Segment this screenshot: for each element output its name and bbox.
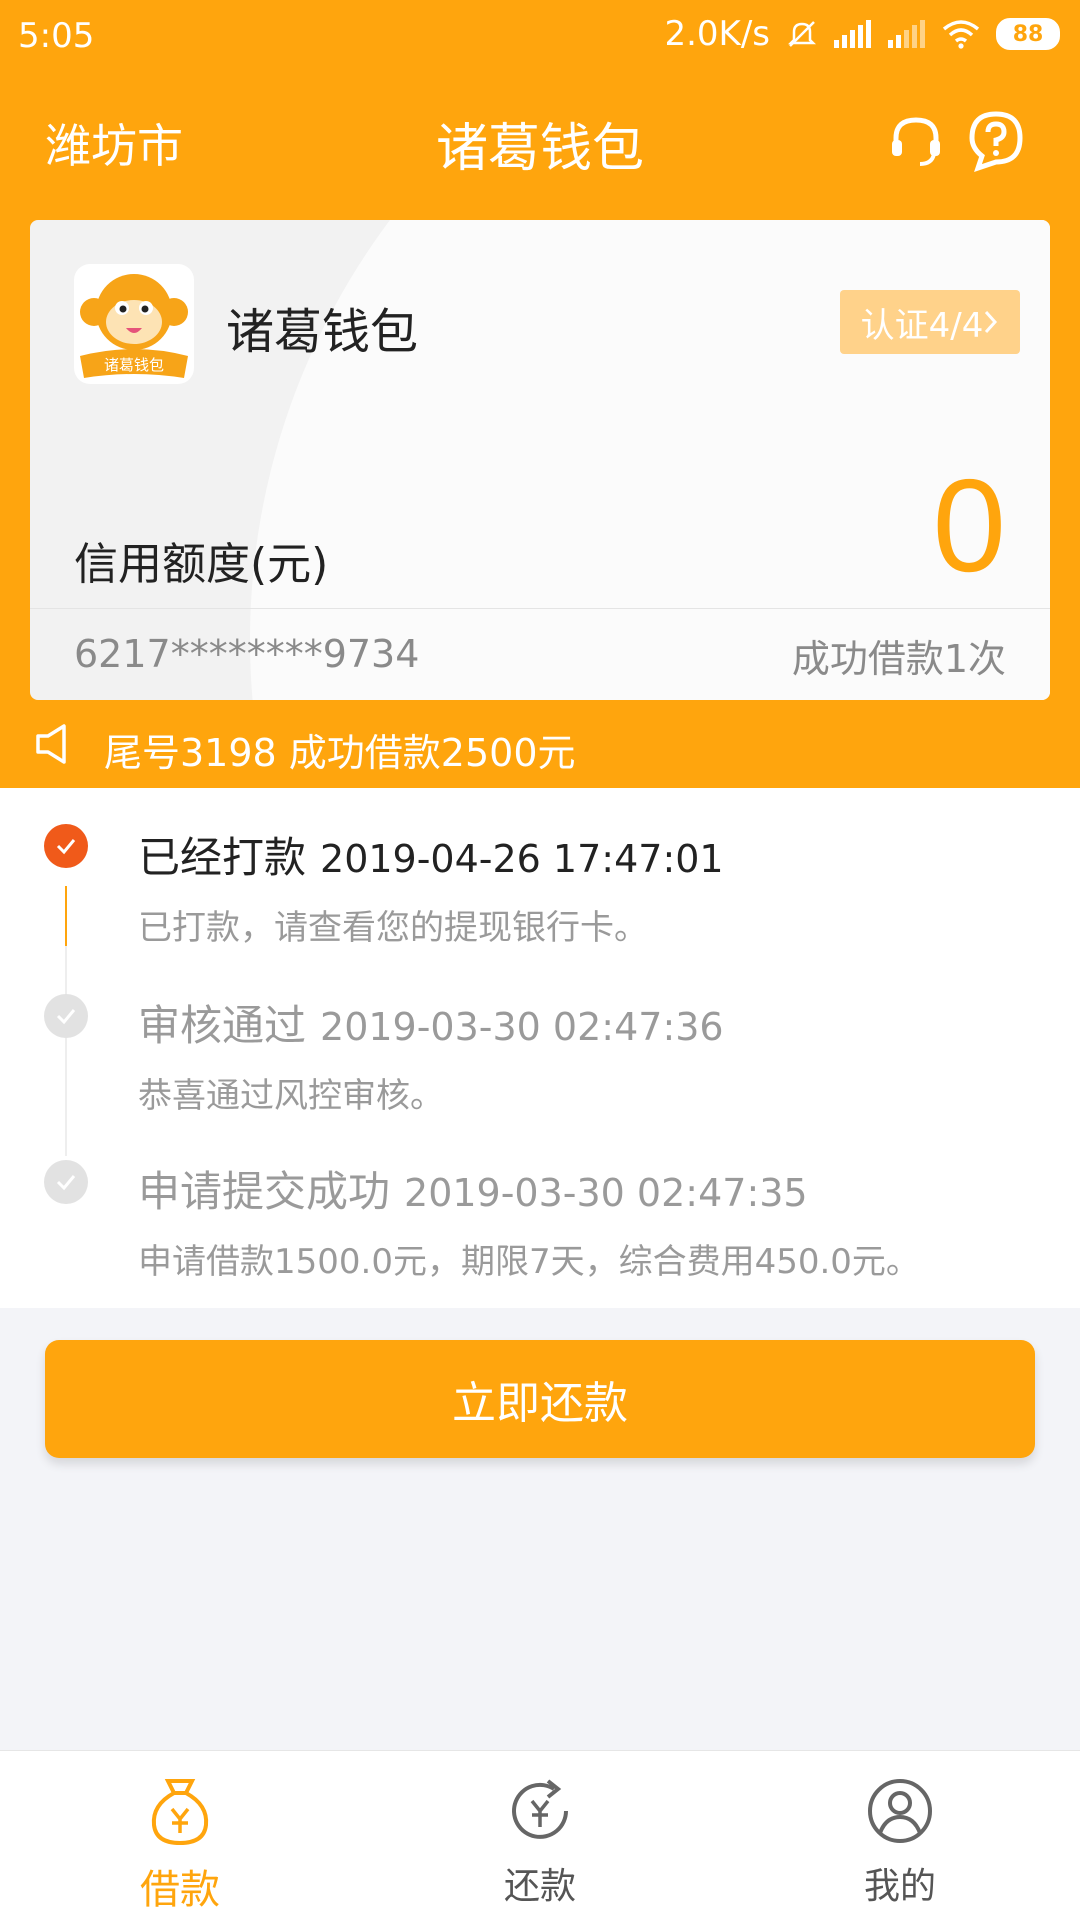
card-divider bbox=[30, 608, 1050, 609]
nav-item-repay[interactable]: 还款 bbox=[360, 1751, 720, 1921]
nav-item-profile[interactable]: 我的 bbox=[720, 1751, 1080, 1921]
timeline-title: 审核通过 2019-03-30 02:47:36 bbox=[138, 992, 724, 1053]
cert-badge-label: 认证4/4 bbox=[860, 305, 984, 346]
help-icon[interactable] bbox=[964, 108, 1028, 172]
net-speed: 2.0K/s bbox=[664, 14, 770, 54]
loan-timeline: 已经打款 2019-04-26 17:47:01 已打款，请查看您的提现银行卡。 … bbox=[0, 788, 1080, 1308]
credit-limit-label: 信用额度(元) bbox=[74, 539, 329, 590]
repay-now-button[interactable]: 立即还款 bbox=[45, 1340, 1035, 1458]
loan-bag-icon bbox=[151, 1779, 209, 1846]
nav-label: 借款 bbox=[140, 1867, 220, 1913]
timeline-title: 已经打款 2019-04-26 17:47:01 bbox=[138, 824, 724, 885]
certification-badge[interactable]: 认证4/4 bbox=[840, 290, 1020, 354]
bottom-nav: 借款 还款 我的 bbox=[0, 1750, 1080, 1921]
app-logo: 诸葛钱包 bbox=[74, 264, 194, 384]
timeline-status: 已经打款 bbox=[138, 833, 307, 882]
credit-limit-value: 0 bbox=[932, 452, 1006, 599]
timeline-dot bbox=[44, 1160, 88, 1204]
timeline-line-active bbox=[65, 886, 67, 946]
battery-icon: 88 bbox=[996, 18, 1060, 50]
timeline-time: 2019-03-30 02:47:35 bbox=[404, 1171, 808, 1215]
wifi-icon bbox=[942, 20, 980, 49]
monkey-logo-icon: 诸葛钱包 bbox=[80, 274, 188, 378]
profile-icon bbox=[868, 1779, 932, 1843]
timeline-dot-active bbox=[44, 824, 88, 868]
timeline-time: 2019-04-26 17:47:01 bbox=[320, 837, 724, 881]
nav-label: 还款 bbox=[503, 1866, 576, 1907]
speaker-icon bbox=[36, 724, 66, 764]
timeline-desc: 恭喜通过风控审核。 bbox=[138, 1076, 444, 1116]
repay-icon bbox=[512, 1779, 568, 1839]
check-icon bbox=[56, 1009, 76, 1025]
notice-text: 尾号3198 成功借款2500元 bbox=[104, 731, 576, 775]
top-bar: 潍坊市 诸葛钱包 bbox=[0, 76, 1080, 206]
loan-success-count: 成功借款1次 bbox=[791, 637, 1006, 681]
nav-label: 我的 bbox=[863, 1866, 936, 1907]
check-icon bbox=[56, 1175, 76, 1191]
logo-text: 诸葛钱包 bbox=[104, 356, 164, 374]
signal-icon bbox=[834, 20, 871, 48]
timeline-time: 2019-03-30 02:47:36 bbox=[320, 1005, 724, 1049]
nav-item-loan[interactable]: 借款 bbox=[0, 1751, 360, 1921]
timeline-status: 审核通过 bbox=[138, 1001, 307, 1050]
check-icon bbox=[56, 839, 76, 855]
status-icons: 2.0K/s 88 bbox=[664, 14, 1060, 54]
timeline-desc: 申请借款1500.0元，期限7天，综合费用450.0元。 bbox=[138, 1242, 920, 1282]
timeline-desc: 已打款，请查看您的提现银行卡。 bbox=[138, 908, 648, 948]
timeline-dot bbox=[44, 994, 88, 1038]
timeline-title: 申请提交成功 2019-03-30 02:47:35 bbox=[138, 1158, 808, 1219]
notice-bar: 尾号3198 成功借款2500元 bbox=[0, 700, 1080, 788]
headset-icon[interactable] bbox=[884, 108, 948, 172]
timeline-status: 申请提交成功 bbox=[138, 1167, 391, 1216]
mute-bell-icon bbox=[787, 21, 817, 47]
status-bar: 5:05 2.0K/s 88 bbox=[0, 0, 1080, 76]
status-time: 5:05 bbox=[18, 16, 95, 56]
bank-card-number: 6217********9734 bbox=[74, 632, 420, 676]
credit-card: 诸葛钱包 诸葛钱包 认证4/4 信用额度(元) 0 6217********97… bbox=[30, 220, 1050, 700]
brand-name: 诸葛钱包 bbox=[226, 304, 419, 360]
chevron-right-icon bbox=[985, 310, 998, 334]
signal-weak-icon bbox=[888, 20, 925, 48]
